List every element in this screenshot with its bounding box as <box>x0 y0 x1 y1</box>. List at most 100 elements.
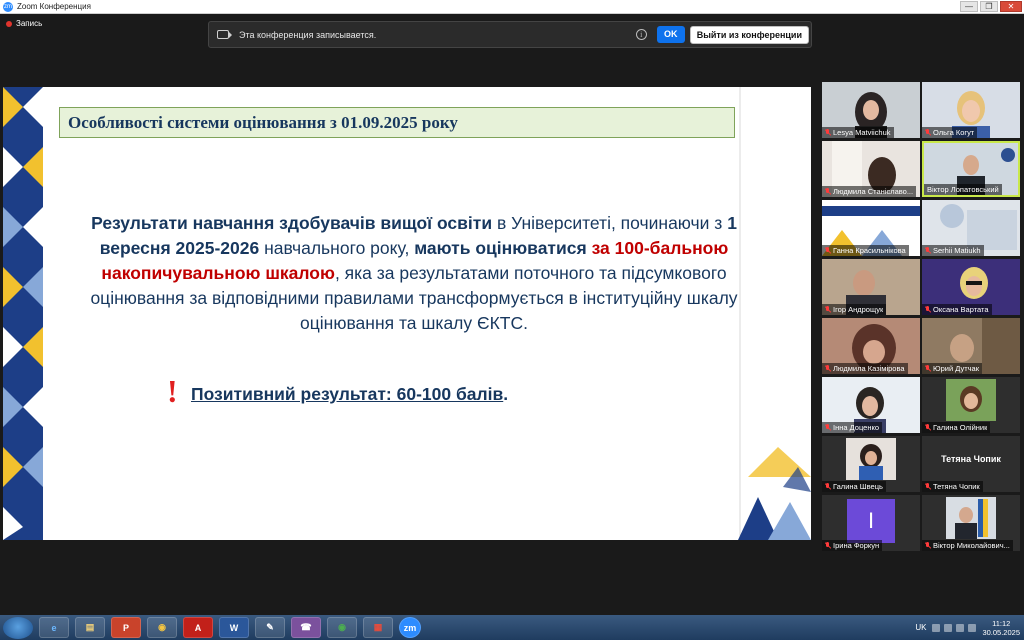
participant-name: Людмила Казімірова <box>833 364 905 373</box>
powerpoint-icon[interactable]: P <box>111 617 141 638</box>
clock[interactable]: 11:12 30.05.2025 <box>982 619 1020 637</box>
recording-banner: Эта конференция записывается. i OK Выйти… <box>208 21 812 48</box>
word-icon[interactable]: W <box>219 617 249 638</box>
participant-tile[interactable]: Юрий Дутчак <box>922 318 1020 374</box>
zoom-icon[interactable]: zm <box>399 617 421 638</box>
positive-result-period: . <box>503 384 509 404</box>
participant-name: Оксана Вартата <box>933 305 989 314</box>
chrome-2-icon[interactable]: ◉ <box>327 617 357 638</box>
mic-muted-icon <box>925 364 931 373</box>
windows-taskbar: e ▤ P ◉ A W ✎ ☎ ◉ ▦ zm UK 11:12 30.05.20… <box>0 615 1024 640</box>
network-icon[interactable] <box>932 623 941 632</box>
participant-tile[interactable]: Ігор Андрощук <box>822 259 920 315</box>
mic-muted-icon <box>925 128 931 137</box>
language-indicator[interactable]: UK <box>915 623 926 632</box>
mic-muted-icon <box>925 541 931 550</box>
participant-display-name: Тетяна Чопик <box>941 453 1001 464</box>
participant-tile[interactable]: Lesya Matviichuk <box>822 82 920 138</box>
mic-muted-icon <box>825 246 831 255</box>
participant-tile[interactable]: Оксана Вартата <box>922 259 1020 315</box>
participant-name: Ігор Андрощук <box>833 305 884 314</box>
positive-result-text: Позитивний результат: 60-100 балів <box>191 384 504 404</box>
mic-muted-icon <box>825 541 831 550</box>
clock-time: 11:12 <box>992 618 1011 628</box>
slide-left-decoration <box>3 87 43 540</box>
recording-label: Запись <box>16 19 43 28</box>
shared-slide: Особливості системи оцінювання з 01.09.2… <box>3 87 811 540</box>
battery-icon[interactable] <box>968 623 977 632</box>
chrome-icon[interactable]: ◉ <box>147 617 177 638</box>
body-part-4: навчального року, <box>259 238 415 258</box>
positive-result-line: Позитивний результат: 60-100 балів. <box>191 384 508 405</box>
participant-tile[interactable]: Галина Швець <box>822 436 920 492</box>
participant-name: Галина Олійник <box>933 423 988 432</box>
mic-muted-icon <box>825 482 831 491</box>
mic-muted-icon <box>825 187 831 196</box>
participant-tile[interactable]: Інна Доценко <box>822 377 920 433</box>
tray-icons <box>932 623 977 632</box>
participant-tile[interactable]: Галина Олійник <box>922 377 1020 433</box>
close-button[interactable]: ✕ <box>1000 1 1022 12</box>
ok-button[interactable]: OK <box>656 26 685 43</box>
participant-name: Інна Доценко <box>833 423 880 432</box>
mic-muted-icon <box>925 482 931 491</box>
mic-muted-icon <box>825 364 831 373</box>
participant-tile[interactable]: Віктор Миколайович... <box>922 495 1020 551</box>
participant-tile[interactable]: Ганна Красильнікова <box>822 200 920 256</box>
explorer-icon[interactable]: ▤ <box>75 617 105 638</box>
mic-muted-icon <box>925 246 931 255</box>
participant-name: Віктор Лопатовський <box>927 185 999 194</box>
slide-body-text: Результати навчання здобувачів вищої осв… <box>69 211 759 336</box>
participant-tile-video-off[interactable]: Тетяна Чопик Тетяна Чопик <box>922 436 1020 492</box>
info-icon[interactable]: i <box>635 29 647 40</box>
window-titlebar: zm Zoom Конференция — ❐ ✕ <box>0 0 1024 14</box>
notification-icon[interactable] <box>956 623 965 632</box>
body-part-1: Результати навчання здобувачів вищої осв… <box>91 213 493 233</box>
participant-tile[interactable]: Serhii Matiukh <box>922 200 1020 256</box>
volume-icon[interactable] <box>944 623 953 632</box>
start-button[interactable] <box>3 616 33 639</box>
slide-heading-text: Особливості системи оцінювання з 01.09.2… <box>68 112 458 132</box>
mic-muted-icon <box>825 423 831 432</box>
participant-tile[interactable]: Людмила Казімірова <box>822 318 920 374</box>
mic-muted-icon <box>825 128 831 137</box>
camera-icon <box>217 30 232 39</box>
window-controls: — ❐ ✕ <box>960 1 1022 12</box>
image-viewer-icon[interactable]: ▦ <box>363 617 393 638</box>
recording-banner-text: Эта конференция записывается. <box>239 29 377 40</box>
ie-icon[interactable]: e <box>39 617 69 638</box>
participant-name: Юрий Дутчак <box>933 364 979 373</box>
body-part-2: в Університеті, починаючи з <box>492 213 728 233</box>
participant-name: Ганна Красильнікова <box>833 246 906 255</box>
slide-heading: Особливості системи оцінювання з 01.09.2… <box>59 107 735 138</box>
minimize-button[interactable]: — <box>960 1 978 12</box>
participant-name: Ольга Когут <box>933 128 975 137</box>
mic-muted-icon <box>925 305 931 314</box>
mic-muted-icon <box>825 305 831 314</box>
avatar: I <box>847 499 895 543</box>
restore-button[interactable]: ❐ <box>980 1 998 12</box>
participant-tile[interactable]: Ольга Когут <box>922 82 1020 138</box>
window-title: Zoom Конференция <box>17 2 91 11</box>
viber-icon[interactable]: ☎ <box>291 617 321 638</box>
zoom-app-icon: zm <box>3 1 13 12</box>
clock-date: 30.05.2025 <box>982 627 1020 637</box>
participant-name: Віктор Миколайович... <box>933 541 1010 550</box>
participant-name: Serhii Matiukh <box>933 246 981 255</box>
participant-name: Ірина Форкун <box>833 541 880 550</box>
participant-tile[interactable]: Людмила Станіславо... <box>822 141 920 197</box>
participant-tile-video-off[interactable]: I Ірина Форкун <box>822 495 920 551</box>
participant-tile-active-speaker[interactable]: Віктор Лопатовський <box>922 141 1020 197</box>
exclamation-mark: ! <box>167 373 178 409</box>
participant-name: Людмила Станіславо... <box>833 187 914 196</box>
acrobat-icon[interactable]: A <box>183 617 213 638</box>
system-tray: UK 11:12 30.05.2025 <box>915 615 1020 640</box>
paint-icon[interactable]: ✎ <box>255 617 285 638</box>
mic-muted-icon <box>925 423 931 432</box>
participant-name: Тетяна Чопик <box>933 482 980 491</box>
leave-meeting-button[interactable]: Выйти из конференции <box>689 25 809 44</box>
participant-name: Lesya Matviichuk <box>833 128 891 137</box>
participant-name: Галина Швець <box>833 482 883 491</box>
recording-indicator[interactable]: Запись <box>6 19 42 28</box>
record-dot-icon <box>6 20 12 27</box>
